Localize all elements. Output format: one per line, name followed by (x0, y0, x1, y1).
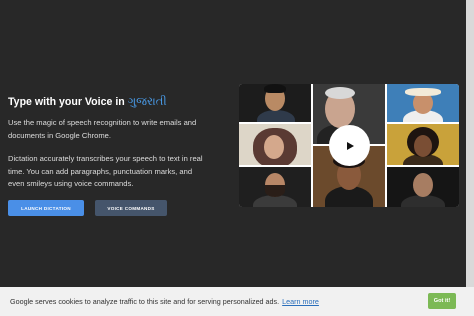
voice-commands-button[interactable]: VOICE COMMANDS (95, 200, 167, 216)
headline-prefix: Type with your Voice in (8, 96, 125, 108)
portrait-tile (239, 167, 311, 207)
cookie-accept-button[interactable]: Got it! (428, 293, 456, 309)
cookie-text: Google serves cookies to analyze traffic… (10, 297, 280, 306)
play-video-button[interactable] (329, 125, 370, 166)
headline-language: ગુજરાતી (127, 94, 167, 108)
play-icon (346, 141, 354, 150)
cookie-message: Google serves cookies to analyze traffic… (10, 297, 319, 306)
hero-paragraph-details: Dictation accurately transcribes your sp… (8, 154, 203, 188)
launch-dictation-button[interactable]: LAUNCH DICTATION (8, 200, 84, 216)
hero-paragraph-intro: Use the magic of speech recognition to w… (8, 118, 197, 140)
window-edge (466, 0, 474, 287)
portrait-tile (239, 124, 311, 165)
portrait-tile (239, 84, 311, 122)
portrait-tile (387, 84, 459, 122)
hero-headline: Type with your Voice in ગુજરાતી (8, 94, 167, 109)
portrait-tile (387, 124, 459, 165)
portrait-tile (387, 167, 459, 207)
cookie-banner: Google serves cookies to analyze traffic… (0, 287, 474, 316)
learn-more-link[interactable]: Learn more (282, 297, 319, 306)
